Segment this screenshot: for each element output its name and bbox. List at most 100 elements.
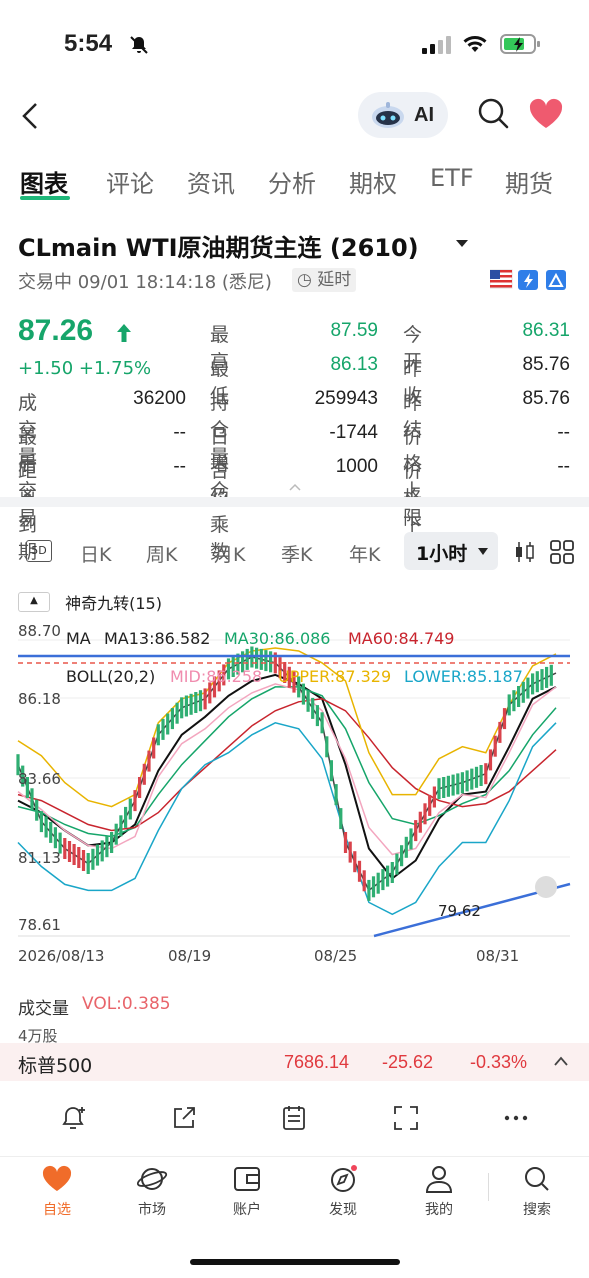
series-line-ma60 [17, 698, 557, 832]
quote-value: -- [557, 456, 570, 477]
period-day[interactable]: 日K [80, 540, 111, 567]
nav-label: 市场 [138, 1202, 166, 1218]
chevron-down-icon[interactable] [456, 240, 468, 247]
collapse-chevron-icon[interactable] [288, 482, 302, 492]
candle [100, 840, 104, 862]
series-line-ma30 [17, 686, 557, 838]
period-hour-dropdown[interactable]: 1小时 [404, 532, 498, 570]
five-day-button[interactable]: 5D [26, 540, 52, 562]
tab-options[interactable]: 期权 [349, 164, 397, 199]
candle [63, 838, 67, 859]
nav-watchlist[interactable]: 自选 [27, 1165, 87, 1219]
candle [138, 777, 142, 798]
candle [502, 708, 507, 730]
notes-icon[interactable] [280, 1104, 308, 1132]
ticker-value: 7686.14 [284, 1052, 350, 1072]
candle [381, 869, 385, 891]
quote-value: 1000 [335, 456, 378, 477]
candle [474, 766, 479, 788]
candle [203, 688, 207, 710]
candle [376, 872, 380, 894]
boll-upper-label: UPPER:87.329 [278, 667, 391, 686]
back-arrow-icon[interactable] [16, 96, 46, 136]
tab-news[interactable]: 资讯 [187, 164, 235, 199]
candle [128, 798, 132, 820]
candle [465, 770, 469, 792]
candle [91, 848, 95, 870]
candle [180, 697, 184, 719]
tab-futures[interactable]: 期货 [505, 164, 553, 199]
chevron-down-icon [478, 548, 488, 555]
volume-label: 成交量 [18, 999, 69, 1019]
ai-assistant-button[interactable]: AI [358, 92, 448, 138]
instrument-title[interactable]: CLmain WTI原油期货主连 (2610) [18, 228, 419, 263]
candle [437, 778, 441, 800]
candle [49, 821, 53, 843]
ticker-name: 标普500 [18, 1055, 93, 1077]
candle [498, 721, 502, 743]
candle [264, 650, 268, 672]
price-alert-icon[interactable] [60, 1104, 88, 1132]
search-icon[interactable] [476, 96, 510, 130]
candle [35, 799, 39, 821]
grid-layout-icon[interactable] [550, 540, 574, 564]
candle [460, 772, 464, 794]
ma13-label: MA13:86.582 [104, 629, 210, 648]
candle [329, 760, 333, 782]
candle [484, 763, 488, 785]
magic-nine-label: 神奇九转(15) [65, 594, 162, 613]
candle [367, 879, 371, 901]
candle [325, 736, 329, 758]
nav-search[interactable]: 搜索 [507, 1165, 567, 1219]
tab-etf[interactable]: ETF [430, 164, 474, 192]
ticker-change: -25.62 [382, 1052, 434, 1072]
candle [470, 768, 474, 790]
quote-value: -- [557, 422, 570, 443]
nav-market[interactable]: 市场 [122, 1165, 182, 1219]
candle [184, 695, 188, 717]
candle [95, 844, 100, 866]
quote-value: -- [173, 422, 186, 443]
magic-nine-toggle[interactable]: ▲ 神奇九转(15) [18, 590, 162, 614]
ma30-label: MA30:86.086 [224, 629, 330, 648]
nav-profile[interactable]: 我的 [409, 1165, 469, 1219]
price-change: +1.50 +1.75% [18, 358, 152, 379]
period-month[interactable]: 月K [214, 540, 245, 567]
drawing-handle-icon[interactable] [535, 876, 557, 898]
ticker-pct: -0.33% [470, 1052, 528, 1072]
person-icon [425, 1166, 453, 1193]
share-icon[interactable] [170, 1104, 198, 1132]
tab-comments[interactable]: 评论 [106, 164, 154, 199]
period-quarter[interactable]: 季K [281, 540, 312, 567]
boll-lower-label: LOWER:85.187 [404, 667, 523, 686]
candle [269, 651, 273, 673]
delay-badge: ◷ 延时 [292, 268, 357, 292]
candlestick-icon[interactable] [514, 540, 536, 564]
favorite-heart-icon[interactable] [528, 98, 564, 130]
nav-discover[interactable]: 发现 [313, 1165, 373, 1219]
candle [30, 788, 34, 810]
nav-account[interactable]: 账户 [217, 1165, 277, 1219]
candle [348, 841, 352, 863]
last-price: 87.26 [18, 314, 94, 347]
robot-icon [372, 102, 404, 128]
tab-analysis[interactable]: 分析 [268, 164, 316, 199]
candle [353, 851, 357, 873]
chevron-up-icon[interactable] [553, 1055, 569, 1067]
index-ticker[interactable]: 标普500 7686.14 -25.62 -0.33% [0, 1043, 589, 1081]
candle [423, 803, 427, 825]
candle [67, 841, 72, 862]
tab-chart[interactable]: 图表 [20, 164, 68, 199]
price-chart[interactable]: 88.70 86.18 83.66 81.13 78.61 2026/08/13… [0, 616, 589, 966]
candle [362, 870, 366, 892]
status-time: 5:54 [64, 30, 113, 57]
period-week[interactable]: 周K [146, 540, 177, 567]
candle [404, 836, 408, 858]
more-icon[interactable] [502, 1104, 530, 1132]
delay-label: 延时 [317, 270, 352, 290]
candle [72, 844, 76, 865]
period-year[interactable]: 年K [349, 540, 380, 567]
fullscreen-icon[interactable] [392, 1104, 420, 1132]
candle [343, 832, 348, 853]
candle [390, 862, 394, 883]
